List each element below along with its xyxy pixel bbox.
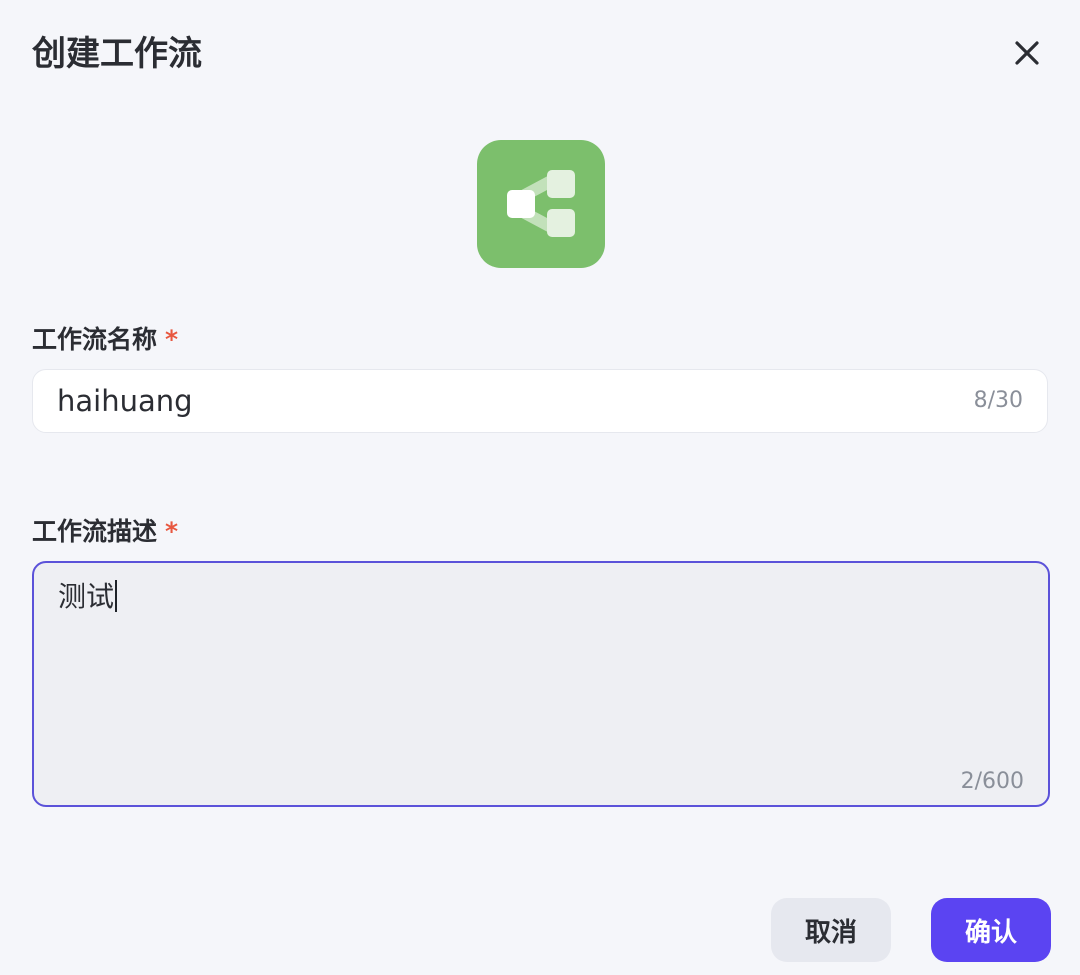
workflow-tree-icon <box>507 170 575 237</box>
create-workflow-dialog: 创建工作流 工作流名称* 8/30 工作流描述* 测试 2/600 取消 确认 <box>0 0 1080 975</box>
close-button[interactable] <box>1004 30 1050 76</box>
required-mark: * <box>165 517 179 546</box>
workflow-avatar[interactable] <box>477 140 605 268</box>
cancel-button[interactable]: 取消 <box>771 898 891 962</box>
description-value: 测试 <box>58 580 115 613</box>
desc-label-text: 工作流描述 <box>32 517 158 546</box>
desc-char-counter: 2/600 <box>960 769 1024 794</box>
name-label-text: 工作流名称 <box>32 325 158 354</box>
confirm-button[interactable]: 确认 <box>931 898 1051 962</box>
workflow-description-textarea[interactable]: 测试 2/600 <box>32 561 1050 807</box>
text-cursor <box>115 580 118 612</box>
desc-field-label: 工作流描述 * <box>32 514 178 550</box>
name-field-label: 工作流名称 * <box>32 322 178 358</box>
name-input-container: 8/30 <box>32 369 1048 433</box>
name-char-counter: 8/30 <box>973 388 1023 413</box>
dialog-title: 创建工作流 <box>32 34 202 74</box>
close-icon <box>1015 41 1039 65</box>
required-mark: * <box>165 325 179 354</box>
description-text: 测试 <box>58 577 118 617</box>
workflow-name-input[interactable] <box>57 370 917 432</box>
